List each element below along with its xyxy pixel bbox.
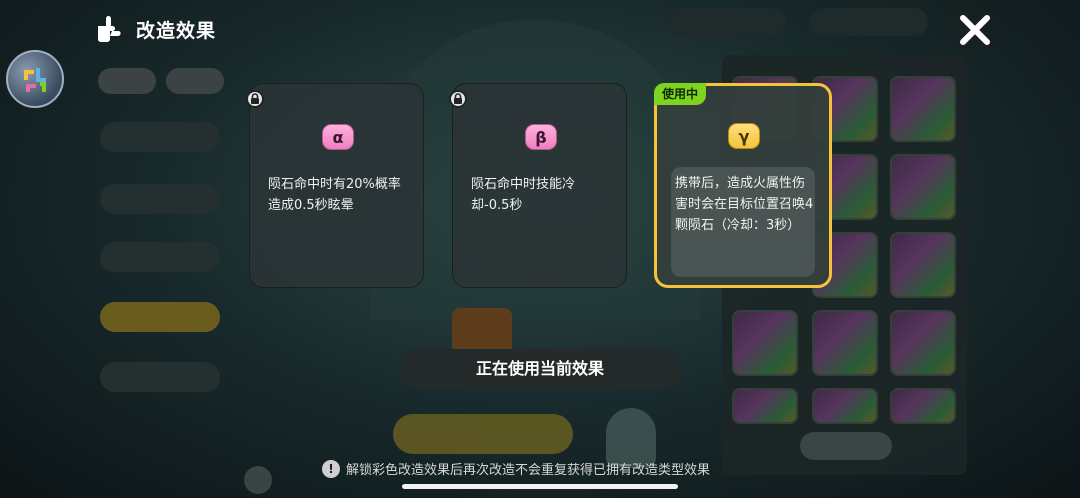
effect-symbol-badge: β [525,124,557,150]
background-inventory-slot [812,388,878,424]
info-icon: ! [322,459,340,478]
background-menu-item [100,184,220,214]
effect-card-gamma[interactable]: 使用中 γ 携带后，造成火属性伤害时会在目标位置召唤4颗陨石（冷却：3秒） [654,83,832,288]
background-round-button [244,466,272,494]
effect-symbol-badge: γ [728,123,760,149]
effect-card-beta[interactable]: β 陨石命中时技能冷却-0.5秒 [449,83,627,288]
home-indicator[interactable] [402,484,678,489]
background-button [800,432,892,460]
back-hand-icon[interactable] [92,12,126,46]
player-avatar[interactable] [6,50,64,108]
background-tab [98,68,156,94]
background-gold-counter [668,8,786,36]
background-inventory-slot [890,76,956,142]
notice-text: 解锁彩色改造效果后再次改造不会重复获得已拥有改造类型效果 [346,463,711,478]
background-gem-counter [810,8,928,36]
background-menu-item-active [100,302,220,332]
lock-icon [246,90,264,108]
background-menu-item [100,362,220,392]
page-title: 改造效果 [136,19,217,42]
background-inventory-slot [890,232,956,298]
notice: ! 解锁彩色改造效果后再次改造不会重复获得已拥有改造类型效果 [322,459,710,478]
current-effect-status: 正在使用当前效果 [400,349,680,389]
background-menu-item [100,242,220,272]
lock-icon [449,90,467,108]
background-upgrade-button [393,414,573,454]
avatar-emblem-icon [24,68,46,92]
background-inventory-slot [890,310,956,376]
background-inventory-slot [890,388,956,424]
effect-card-alpha[interactable]: α 陨石命中时有20%概率造成0.5秒眩晕 [246,83,424,288]
page-header: 改造效果 [92,12,216,46]
in-use-badge: 使用中 [654,83,707,105]
background-inventory-slot [812,310,878,376]
effect-symbol-badge: α [322,124,354,150]
effect-description: 携带后，造成火属性伤害时会在目标位置召唤4颗陨石（冷却：3秒） [675,176,814,233]
background-menu-item [100,122,220,152]
effect-description: 陨石命中时有20%概率造成0.5秒眩晕 [268,177,401,213]
background-tab [166,68,224,94]
background-inventory-slot [732,388,798,424]
close-icon[interactable] [955,12,995,48]
effect-description: 陨石命中时技能冷却-0.5秒 [471,177,576,213]
background-inventory-slot [732,310,798,376]
background-inventory-slot [890,154,956,220]
